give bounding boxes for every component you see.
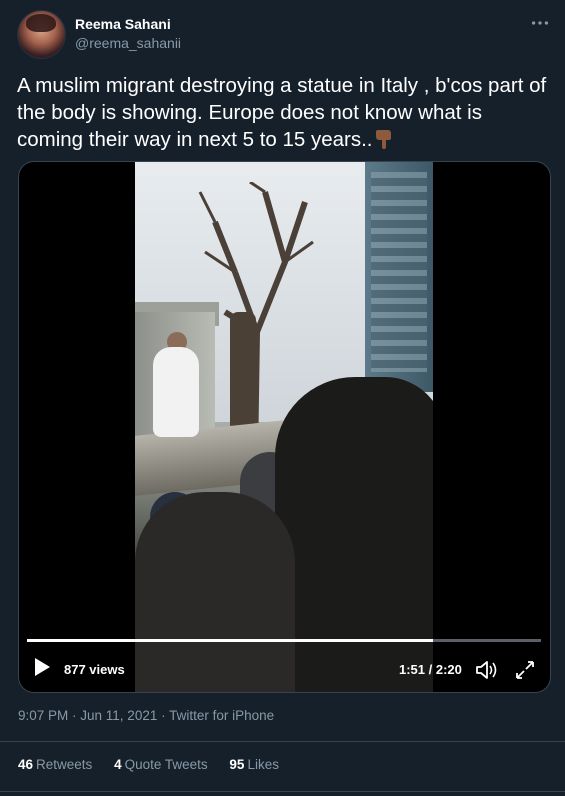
author-handle[interactable]: @reema_sahanii [75,35,181,51]
video-time: 1:51 / 2:20 [399,662,462,677]
divider [0,741,565,742]
play-icon[interactable] [35,658,50,676]
divider [0,791,565,792]
retweets-count: 46 [18,757,34,772]
video-frame [135,162,433,692]
quote-tweets-label: Quote Tweets [124,757,208,772]
video-player[interactable]: 877 views 1:51 / 2:20 [18,161,551,693]
retweets-stat[interactable]: 46 Retweets [18,757,92,772]
tweet-text: A muslim migrant destroying a statue in … [17,72,547,153]
quote-tweets-stat[interactable]: 4 Quote Tweets [114,757,208,772]
more-options-icon[interactable] [527,12,553,38]
quote-tweets-count: 4 [114,757,122,772]
tweet-header: Reema Sahani @reema_sahanii [17,10,549,59]
fullscreen-icon[interactable] [514,659,536,681]
likes-label: Likes [247,757,279,772]
retweets-label: Retweets [36,757,93,772]
pointing-down-hand-emoji [373,128,393,150]
video-progress-bar[interactable] [27,639,541,642]
likes-stat[interactable]: 95 Likes [229,757,279,772]
author-display-name[interactable]: Reema Sahani [75,16,171,32]
view-count: 877 views [64,662,125,677]
tweet-timestamp[interactable]: 9:07 PM · Jun 11, 2021 · Twitter for iPh… [18,708,274,723]
tweet-stats: 46 Retweets 4 Quote Tweets 95 Likes [18,757,297,772]
tweet-body: A muslim migrant destroying a statue in … [17,74,547,151]
video-progress-fill [27,639,434,642]
avatar[interactable] [17,10,66,59]
volume-muted-icon[interactable] [475,659,499,681]
likes-count: 95 [229,757,245,772]
